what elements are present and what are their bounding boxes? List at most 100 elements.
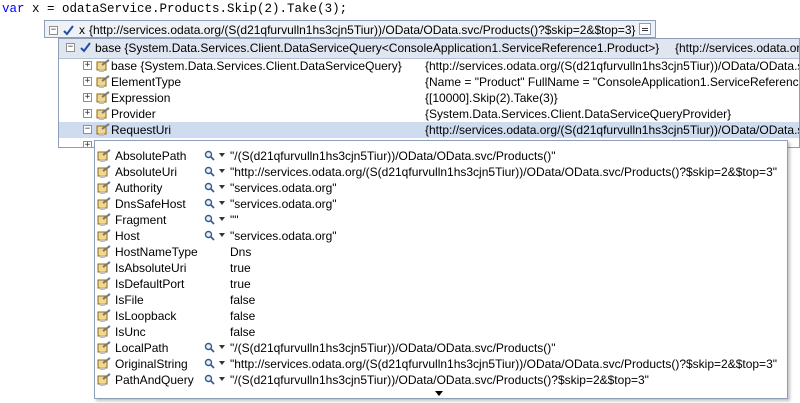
uri-member-row[interactable]: OriginalString "http://services.odata.or… — [95, 356, 787, 372]
uri-member-row[interactable]: IsLoopback false — [95, 308, 787, 324]
uri-member-value[interactable]: "http://services.odata.org/(S(d21qfurvul… — [230, 357, 777, 371]
collapse-base-expander[interactable]: − — [66, 43, 75, 52]
visualizer-dropdown-icon[interactable] — [219, 185, 225, 189]
uri-member-name: OriginalString — [115, 357, 188, 371]
visualizer-dropdown-icon[interactable] — [219, 361, 225, 365]
uri-member-value[interactable]: "" — [230, 213, 239, 227]
uri-member-name: IsAbsoluteUri — [115, 261, 187, 275]
member-value: {Name = "Product" FullName = "ConsoleApp… — [425, 75, 800, 89]
uri-member-name: AbsoluteUri — [115, 165, 178, 179]
uri-member-value[interactable]: "services.odata.org" — [230, 197, 337, 211]
expand-icon[interactable]: + — [83, 61, 92, 70]
uri-member-row[interactable]: IsFile false — [95, 292, 787, 308]
member-row[interactable]: + base {System.Data.Services.Client.Data… — [59, 58, 799, 74]
code-keyword: var — [2, 2, 25, 16]
uri-member-value[interactable]: "services.odata.org" — [230, 229, 337, 243]
magnifier-icon[interactable] — [204, 214, 215, 228]
expand-icon[interactable]: + — [83, 109, 92, 118]
datatip-x-name: x — [79, 23, 85, 37]
datatip-menu-button[interactable] — [639, 23, 651, 35]
expand-icon[interactable]: + — [83, 77, 92, 86]
uri-member-value[interactable]: "/(S(d21qfurvulln1hs3cjn5Tiur))/OData/OD… — [230, 341, 556, 355]
member-name: Provider — [111, 107, 156, 121]
datatip-x-members: − base {System.Data.Services.Client.Data… — [58, 38, 800, 148]
uri-member-row[interactable]: AbsolutePath "/(S(d21qfurvulln1hs3cjn5Ti… — [95, 148, 787, 164]
member-name: base {System.Data.Services.Client.DataSe… — [111, 59, 402, 73]
pin-icon[interactable] — [79, 41, 92, 57]
visualizer-dropdown-icon[interactable] — [219, 169, 225, 173]
magnifier-icon[interactable] — [204, 342, 215, 356]
uri-member-name: HostNameType — [115, 245, 198, 259]
uri-member-name: IsLoopback — [115, 309, 177, 323]
uri-member-name: Fragment — [115, 213, 167, 227]
visualizer-dropdown-icon[interactable] — [219, 153, 225, 157]
uri-member-name: IsDefaultPort — [115, 277, 185, 291]
magnifier-icon[interactable] — [204, 358, 215, 372]
uri-member-row[interactable]: Host "services.odata.org" — [95, 228, 787, 244]
uri-member-value[interactable]: true — [230, 277, 251, 291]
uri-member-value[interactable]: false — [230, 325, 255, 339]
visualizer-dropdown-icon[interactable] — [219, 345, 225, 349]
uri-member-name: IsUnc — [115, 325, 146, 339]
visualizer-dropdown-icon[interactable] — [219, 201, 225, 205]
visualizer-dropdown-icon[interactable] — [219, 233, 225, 237]
magnifier-icon[interactable] — [204, 198, 215, 212]
scroll-down-arrow-icon[interactable] — [435, 391, 443, 396]
uri-member-value[interactable]: "http://services.odata.org/(S(d21qfurvul… — [230, 165, 777, 179]
pin-icon[interactable] — [62, 24, 75, 37]
member-name: Expression — [111, 91, 171, 105]
uri-member-value[interactable]: "/(S(d21qfurvulln1hs3cjn5Tiur))/OData/OD… — [230, 149, 556, 163]
uri-member-value[interactable]: "services.odata.org" — [230, 181, 337, 195]
uri-member-name: Authority — [115, 181, 163, 195]
uri-member-row[interactable]: HostNameType Dns — [95, 244, 787, 260]
magnifier-icon[interactable] — [204, 166, 215, 180]
base-name: base {System.Data.Services.Client.DataSe… — [95, 41, 660, 55]
base-dataservicequery-row[interactable]: − base {System.Data.Services.Client.Data… — [59, 39, 799, 59]
collapse-x-expander[interactable]: − — [49, 25, 58, 35]
member-row[interactable]: + ElementType {Name = "Product" FullName… — [59, 74, 799, 90]
expand-icon[interactable]: + — [83, 141, 92, 147]
uri-member-name: Host — [115, 229, 140, 243]
uri-member-name: DnsSafeHost — [115, 197, 186, 211]
uri-member-name: LocalPath — [115, 341, 169, 355]
member-name: RequestUri — [111, 123, 172, 137]
magnifier-icon[interactable] — [204, 374, 215, 388]
expand-icon[interactable]: + — [83, 93, 92, 102]
uri-member-value[interactable]: true — [230, 261, 251, 275]
uri-member-row[interactable]: DnsSafeHost "services.odata.org" — [95, 196, 787, 212]
code-statement: x = odataService.Products.Skip(2).Take(3… — [24, 2, 348, 16]
uri-member-row[interactable]: PathAndQuery "/(S(d21qfurvulln1hs3cjn5Ti… — [95, 372, 787, 388]
uri-member-row[interactable]: LocalPath "/(S(d21qfurvulln1hs3cjn5Tiur)… — [95, 340, 787, 356]
property-icon — [97, 373, 111, 390]
uri-member-value[interactable]: "/(S(d21qfurvulln1hs3cjn5Tiur))/OData/OD… — [230, 373, 649, 387]
uri-member-row[interactable]: AbsoluteUri "http://services.odata.org/(… — [95, 164, 787, 180]
member-row[interactable]: + Expression {[10000].Skip(2).Take(3)} — [59, 90, 799, 106]
uri-member-value[interactable]: Dns — [230, 245, 251, 259]
uri-member-value[interactable]: false — [230, 293, 255, 307]
visualizer-dropdown-icon[interactable] — [219, 377, 225, 381]
uri-member-row[interactable]: Fragment "" — [95, 212, 787, 228]
visualizer-dropdown-icon[interactable] — [219, 217, 225, 221]
datatip-requesturi-members: AbsolutePath "/(S(d21qfurvulln1hs3cjn5Ti… — [94, 140, 788, 399]
member-name: ElementType — [111, 75, 182, 89]
member-value: {[10000].Skip(2).Take(3)} — [425, 91, 558, 105]
uri-member-name: AbsolutePath — [115, 149, 187, 163]
base-value: {http://services.odata.or — [675, 41, 800, 55]
datatip-x-value[interactable]: {http://services.odata.org/(S(d21qfurvul… — [89, 23, 636, 37]
member-value: {http://services.odata.org/(S(d21qfurvul… — [425, 123, 800, 137]
uri-member-row[interactable]: Authority "services.odata.org" — [95, 180, 787, 196]
uri-member-value[interactable]: false — [230, 309, 255, 323]
magnifier-icon[interactable] — [204, 230, 215, 244]
member-value: {http://services.odata.org/(S(d21qfurvul… — [425, 59, 800, 73]
magnifier-icon[interactable] — [204, 182, 215, 196]
member-row-requesturi[interactable]: − RequestUri {http://services.odata.org/… — [59, 122, 799, 138]
uri-member-row[interactable]: IsDefaultPort true — [95, 276, 787, 292]
uri-member-row[interactable]: IsUnc false — [95, 324, 787, 340]
uri-member-row[interactable]: IsAbsoluteUri true — [95, 260, 787, 276]
member-value: {System.Data.Services.Client.DataService… — [425, 107, 732, 121]
magnifier-icon[interactable] — [204, 150, 215, 164]
datatip-x: − x {http://services.odata.org/(S(d21qfu… — [44, 20, 656, 38]
collapse-icon[interactable]: − — [83, 125, 92, 134]
member-row[interactable]: + Provider {System.Data.Services.Client.… — [59, 106, 799, 122]
uri-member-name: IsFile — [115, 293, 144, 307]
